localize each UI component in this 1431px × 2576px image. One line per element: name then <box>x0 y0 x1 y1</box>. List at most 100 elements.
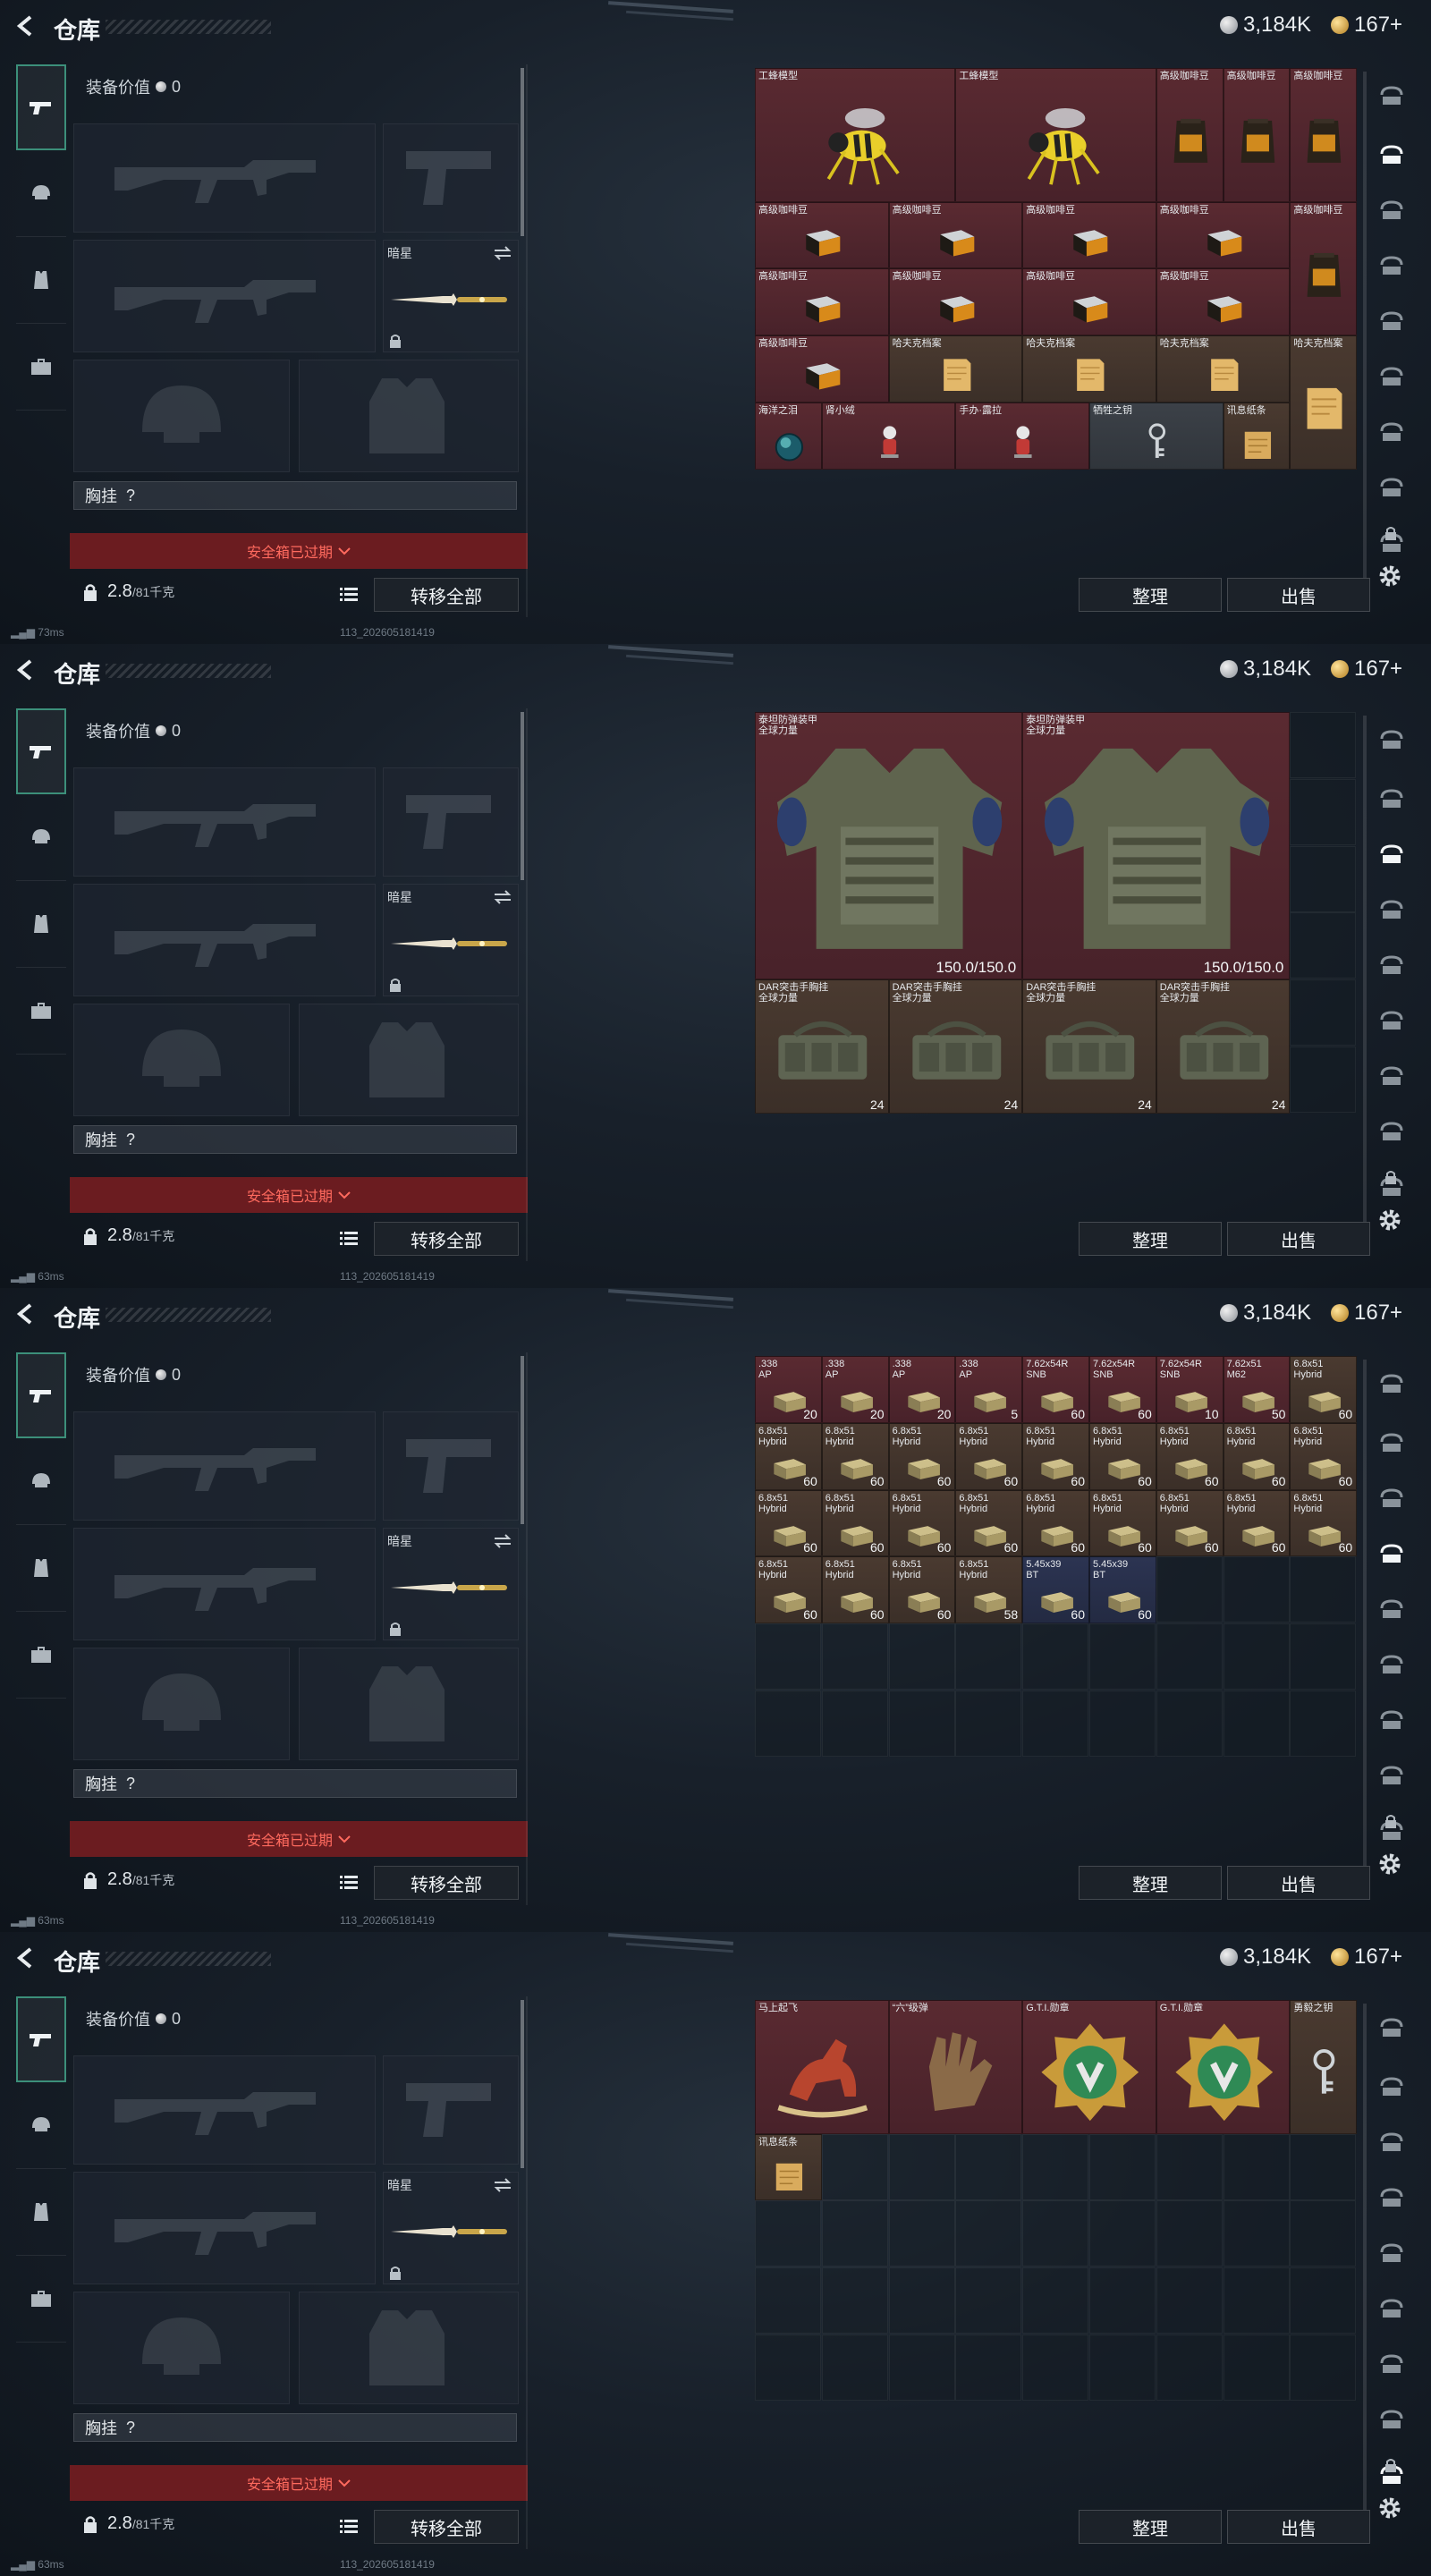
storage-item[interactable]: 高级咖啡豆 <box>755 335 889 402</box>
tab-armor[interactable] <box>16 237 66 324</box>
sell-button[interactable]: 出售 <box>1227 2510 1370 2544</box>
storage-page-tab[interactable] <box>1372 1692 1411 1748</box>
list-icon[interactable] <box>340 1231 358 1245</box>
storage-item[interactable]: 6.8x51 Hybrid 60 <box>955 1489 1023 1557</box>
storage-page-tab[interactable] <box>1372 882 1411 937</box>
equipment-scrollbar[interactable] <box>521 2000 524 2168</box>
storage-item[interactable]: 肾小绒 <box>821 402 956 470</box>
storage-item[interactable]: 5.45x39 BT 60 <box>1022 1556 1089 1624</box>
storage-item[interactable]: 牺牲之钥 <box>1089 402 1224 470</box>
storage-cell[interactable] <box>821 1690 888 1757</box>
storage-item[interactable]: DAR突击手胸挂 全球力量 24 <box>888 979 1023 1114</box>
storage-item[interactable]: 6.8x51 Hybrid 60 <box>1022 1422 1089 1490</box>
storage-item[interactable]: 高级咖啡豆 <box>888 201 1023 269</box>
storage-page-tab[interactable] <box>1372 2392 1411 2447</box>
storage-cell[interactable] <box>1290 2267 1357 2334</box>
gear-icon[interactable] <box>1377 1208 1402 1233</box>
storage-cell[interactable] <box>888 2267 955 2334</box>
storage-cell[interactable] <box>1223 1623 1290 1690</box>
storage-cell[interactable] <box>1156 1690 1223 1757</box>
storage-cell[interactable] <box>1022 1690 1089 1757</box>
storage-item[interactable]: 6.8x51 Hybrid 60 <box>821 1489 889 1557</box>
primary-weapon-slot[interactable] <box>73 123 376 233</box>
storage-item[interactable]: 高级咖啡豆 <box>1156 268 1291 336</box>
helmet-slot[interactable] <box>73 1648 290 1760</box>
storage-item[interactable]: 工蜂模型 <box>755 68 956 202</box>
storage-page-tab[interactable] <box>1372 1996 1411 2059</box>
storage-cell[interactable] <box>955 2133 1022 2200</box>
sort-button[interactable]: 整理 <box>1079 1222 1222 1256</box>
pistol-slot[interactable] <box>383 123 519 233</box>
safebox-expired-banner[interactable]: 安全箱已过期 <box>70 2465 528 2501</box>
swap-arrows-icon[interactable] <box>493 246 512 260</box>
storage-scrollbar[interactable] <box>1363 72 1367 608</box>
storage-page-tab[interactable] <box>1372 349 1411 404</box>
melee-slot[interactable]: 暗星 <box>383 1528 519 1640</box>
storage-item[interactable]: 6.8x51 Hybrid 60 <box>821 1556 889 1624</box>
swap-arrows-icon[interactable] <box>493 1534 512 1548</box>
storage-item[interactable]: DAR突击手胸挂 全球力量 24 <box>755 979 889 1114</box>
storage-item[interactable]: 5.45x39 BT 60 <box>1089 1556 1156 1624</box>
helmet-slot[interactable] <box>73 360 290 472</box>
storage-cell[interactable] <box>755 2334 821 2401</box>
primary-weapon-slot[interactable] <box>73 1411 376 1521</box>
chest-rig-slot[interactable]: 胸挂 ? <box>73 2413 517 2442</box>
swap-arrows-icon[interactable] <box>493 890 512 904</box>
storage-item[interactable]: 7.62x54R SNB 60 <box>1089 1356 1156 1423</box>
storage-cell[interactable] <box>1022 2133 1089 2200</box>
storage-page-tab[interactable] <box>1372 1048 1411 1104</box>
storage-page-tab[interactable] <box>1372 1104 1411 1159</box>
storage-item[interactable]: “六”级弹 <box>888 2000 1023 2134</box>
equipment-scrollbar[interactable] <box>521 712 524 880</box>
storage-cell[interactable] <box>755 1623 821 1690</box>
gear-icon[interactable] <box>1377 2496 1402 2521</box>
safebox-expired-banner[interactable]: 安全箱已过期 <box>70 533 528 569</box>
storage-item[interactable]: 高级咖啡豆 <box>1223 68 1291 202</box>
transfer-all-button[interactable]: 转移全部 <box>374 578 519 612</box>
storage-page-tab[interactable] <box>1372 1637 1411 1692</box>
tab-weapons[interactable] <box>16 1352 66 1438</box>
storage-page-tab[interactable] <box>1372 515 1411 571</box>
armor-slot[interactable] <box>299 2292 519 2404</box>
storage-item[interactable]: G.T.I.勋章 <box>1022 2000 1156 2134</box>
tab-armor[interactable] <box>16 1525 66 1612</box>
chest-rig-help[interactable]: ? <box>126 1775 135 1793</box>
storage-page-tab[interactable] <box>1372 1526 1411 1581</box>
safebox-expired-banner[interactable]: 安全箱已过期 <box>70 1821 528 1857</box>
storage-item[interactable]: 哈夫克档案 <box>1290 335 1358 470</box>
storage-item[interactable]: .338 AP 20 <box>755 1356 822 1423</box>
back-arrow-icon[interactable] <box>14 1302 38 1326</box>
storage-cell[interactable] <box>1290 1556 1357 1623</box>
secondary-weapon-slot[interactable] <box>73 2172 376 2284</box>
storage-page-tab[interactable] <box>1372 1352 1411 1415</box>
storage-cell[interactable] <box>821 2267 888 2334</box>
storage-item[interactable]: 海洋之泪 <box>755 402 822 470</box>
storage-cell[interactable] <box>1223 2133 1290 2200</box>
list-icon[interactable] <box>340 2519 358 2533</box>
storage-item[interactable]: 6.8x51 Hybrid 60 <box>888 1556 956 1624</box>
storage-page-tab[interactable] <box>1372 2170 1411 2225</box>
storage-page-tab[interactable] <box>1372 1803 1411 1859</box>
chest-rig-slot[interactable]: 胸挂 ? <box>73 1769 517 1798</box>
storage-cell[interactable] <box>1290 845 1357 912</box>
swap-arrows-icon[interactable] <box>493 2178 512 2192</box>
storage-cell[interactable] <box>821 2334 888 2401</box>
storage-item[interactable]: 6.8x51 Hybrid 60 <box>1290 1356 1358 1423</box>
pistol-slot[interactable] <box>383 1411 519 1521</box>
sell-button[interactable]: 出售 <box>1227 1866 1370 1900</box>
storage-item[interactable]: 6.8x51 Hybrid 58 <box>955 1556 1023 1624</box>
tab-backpack[interactable] <box>16 2256 66 2343</box>
pistol-slot[interactable] <box>383 2055 519 2165</box>
transfer-all-button[interactable]: 转移全部 <box>374 1866 519 1900</box>
storage-cell[interactable] <box>888 1690 955 1757</box>
storage-item[interactable]: 高级咖啡豆 <box>1022 268 1156 336</box>
storage-cell[interactable] <box>955 2200 1022 2267</box>
storage-cell[interactable] <box>1156 1556 1223 1623</box>
sell-button[interactable]: 出售 <box>1227 578 1370 612</box>
storage-cell[interactable] <box>1089 2334 1156 2401</box>
storage-item[interactable]: 7.62x54R SNB 60 <box>1022 1356 1089 1423</box>
storage-item[interactable]: 6.8x51 Hybrid 60 <box>1290 1489 1358 1557</box>
storage-item[interactable]: 高级咖啡豆 <box>1290 201 1358 336</box>
melee-slot[interactable]: 暗星 <box>383 240 519 352</box>
storage-cell[interactable] <box>1223 2200 1290 2267</box>
